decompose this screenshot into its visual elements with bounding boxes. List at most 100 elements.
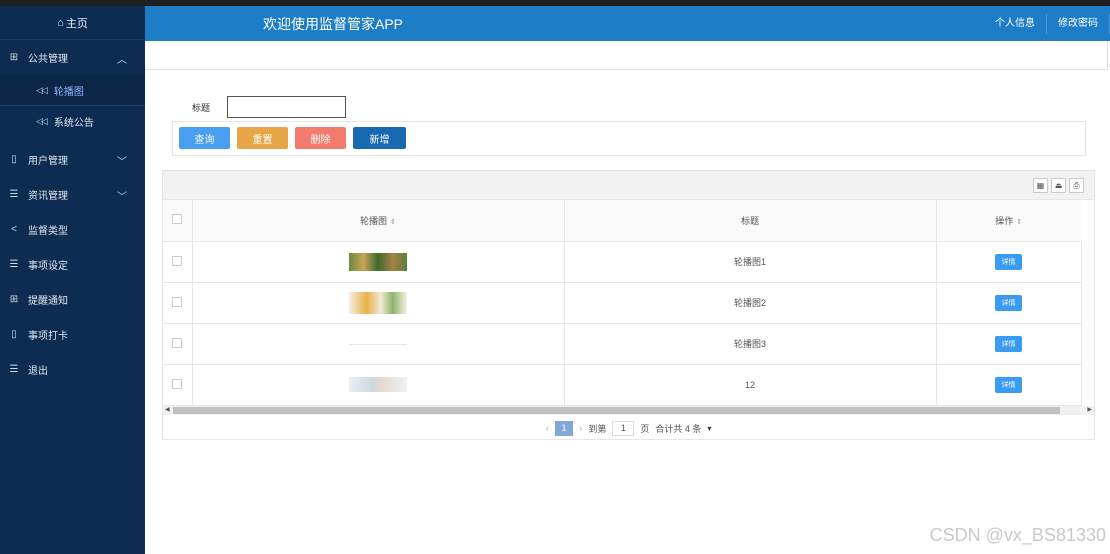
row-check-cell [163, 241, 193, 283]
title-cell: 12 [564, 364, 937, 406]
sidebar-subitem-label: 轮播图 [53, 86, 84, 98]
breadcrumb-bar [145, 41, 1108, 70]
sidebar-subitem-carousel[interactable]: ◁◁ 轮播图 [0, 75, 145, 105]
table-row: 轮播图2 详情 [163, 282, 1082, 324]
table-row: 12 详情 [163, 364, 1082, 406]
detail-button[interactable]: 详情 [995, 253, 1022, 270]
columns-icon[interactable]: ▦ [1033, 178, 1048, 193]
sidebar-home-label: 主页 [65, 17, 88, 30]
image-cell [192, 241, 565, 283]
select-all-checkbox[interactable] [172, 214, 183, 225]
sidebar-item-label: 提醒通知 [28, 296, 68, 307]
title-cell: 轮播图1 [564, 241, 937, 283]
sidebar: ⌂ 主页 ⊞ 公共管理 ︿ ◁◁ 轮播图 ◁◁ 系统公告 ▯ 用户管理 ﹀ ☰ … [0, 6, 145, 554]
scroll-left-arrow-icon[interactable]: ◀ [165, 406, 170, 413]
action-cell: 详情 [936, 364, 1082, 406]
sidebar-item-label: 监督类型 [28, 226, 68, 237]
action-buttons: 查询 重置 删除 新增 [172, 121, 1086, 156]
row-check-cell [163, 282, 193, 324]
title-filter-input[interactable] [227, 96, 346, 118]
list-icon: ☰ [9, 189, 19, 200]
chevron-down-icon: ﹀ [117, 157, 127, 168]
sidebar-item-label: 公共管理 [28, 54, 68, 65]
table-header-row: 轮播图 ⇕ 标题 操作 ⇕ [163, 200, 1081, 242]
profile-link[interactable]: 个人信息 [984, 13, 1047, 34]
sidebar-subitem-label: 系统公告 [53, 117, 94, 129]
row-checkbox[interactable] [172, 296, 183, 307]
sidebar-home[interactable]: ⌂ 主页 [0, 6, 145, 40]
reset-button[interactable]: 重置 [237, 127, 288, 149]
image-cell [192, 282, 565, 324]
watermark: CSDN @vx_BS81330 [929, 525, 1106, 545]
detail-button[interactable]: 详情 [995, 335, 1022, 352]
home-icon: ⌂ [57, 16, 64, 29]
scrollbar-thumb[interactable] [173, 407, 1060, 414]
image-cell [192, 364, 565, 406]
carousel-thumbnail [349, 377, 407, 392]
row-check-cell [163, 323, 193, 365]
sidebar-item-matter-setting[interactable]: ☰ 事项设定 [0, 247, 145, 282]
list-icon: ☰ [9, 259, 19, 270]
sort-icon[interactable]: ⇕ [1016, 219, 1022, 226]
sidebar-item-label: 用户管理 [28, 156, 68, 167]
sidebar-item-users[interactable]: ▯ 用户管理 ﹀ [0, 142, 145, 177]
book-icon: ▯ [11, 329, 17, 340]
carousel-thumbnail [349, 343, 407, 345]
query-button[interactable]: 查询 [179, 127, 230, 149]
action-cell: 详情 [936, 241, 1082, 283]
total-count: 合计共 4 条 [655, 423, 702, 434]
search-row: 标题 [192, 96, 346, 118]
carousel-thumbnail [349, 252, 407, 271]
scroll-right-arrow-icon[interactable]: ▶ [1087, 406, 1092, 413]
column-header-action[interactable]: 操作 ⇕ [936, 200, 1081, 242]
row-checkbox[interactable] [172, 378, 183, 389]
sidebar-subitem-announcement[interactable]: ◁◁ 系统公告 [0, 106, 145, 136]
column-header-image[interactable]: 轮播图 ⇕ [192, 200, 565, 242]
detail-button[interactable]: 详情 [995, 376, 1022, 393]
share-icon: < [11, 224, 17, 235]
double-left-icon: ◁◁ [36, 84, 48, 95]
sidebar-item-reminder[interactable]: ⊞ 提醒通知 [0, 282, 145, 317]
goto-page-input[interactable]: 1 [612, 420, 635, 436]
delete-button[interactable]: 删除 [295, 127, 346, 149]
image-cell [192, 323, 565, 365]
prev-page-icon[interactable]: ‹ [546, 423, 549, 434]
sort-icon[interactable]: ⇕ [390, 219, 396, 226]
page-size-dropdown-icon[interactable]: ▾ [707, 424, 711, 433]
main-content: 标题 查询 重置 删除 新增 ▦ ⏏ ⎙ 轮播图 ⇕ 标题 操作 ⇕ 轮播图1 … [145, 41, 1110, 554]
select-all-cell [163, 200, 193, 242]
row-checkbox[interactable] [172, 255, 183, 266]
sidebar-item-news[interactable]: ☰ 资讯管理 ﹀ [0, 177, 145, 212]
sidebar-item-supervision-type[interactable]: < 监督类型 [0, 212, 145, 247]
data-table: ▦ ⏏ ⎙ 轮播图 ⇕ 标题 操作 ⇕ 轮播图1 详情 轮播图2 详情 轮播图3… [162, 170, 1095, 440]
table-row: 轮播图3 详情 [163, 323, 1082, 365]
column-header-label: 轮播图 [360, 215, 388, 226]
row-check-cell [163, 364, 193, 406]
change-password-link[interactable]: 修改密码 [1047, 13, 1110, 34]
print-icon[interactable]: ⎙ [1069, 178, 1084, 193]
add-button[interactable]: 新增 [353, 127, 406, 149]
export-icon[interactable]: ⏏ [1051, 178, 1066, 193]
page-number-current[interactable]: 1 [554, 420, 573, 436]
sidebar-item-label: 事项设定 [28, 261, 68, 272]
page-unit-label: 页 [640, 423, 650, 434]
action-cell: 详情 [936, 323, 1082, 365]
pagination: ‹ 1 › 到第 1 页 合计共 4 条 ▾ [162, 416, 1095, 440]
table-toolbar: ▦ ⏏ ⎙ [163, 171, 1094, 200]
sidebar-item-checkin[interactable]: ▯ 事项打卡 [0, 317, 145, 352]
double-left-icon: ◁◁ [36, 115, 48, 126]
row-checkbox[interactable] [172, 337, 183, 348]
horizontal-scrollbar[interactable]: ◀ ▶ [163, 406, 1094, 415]
book-icon: ▯ [11, 154, 17, 165]
sidebar-item-public[interactable]: ⊞ 公共管理 ︿ [0, 40, 145, 75]
table-row: 轮播图1 详情 [163, 241, 1082, 283]
carousel-thumbnail [349, 291, 407, 314]
grid-icon: ⊞ [9, 294, 19, 305]
detail-button[interactable]: 详情 [995, 294, 1022, 311]
header-links: 个人信息 修改密码 [984, 6, 1110, 41]
title-filter-label: 标题 [192, 102, 211, 113]
next-page-icon[interactable]: › [579, 423, 582, 434]
sidebar-item-logout[interactable]: ☰ 退出 [0, 352, 145, 387]
title-cell: 轮播图3 [564, 323, 937, 365]
column-header-title: 标题 [564, 200, 937, 242]
